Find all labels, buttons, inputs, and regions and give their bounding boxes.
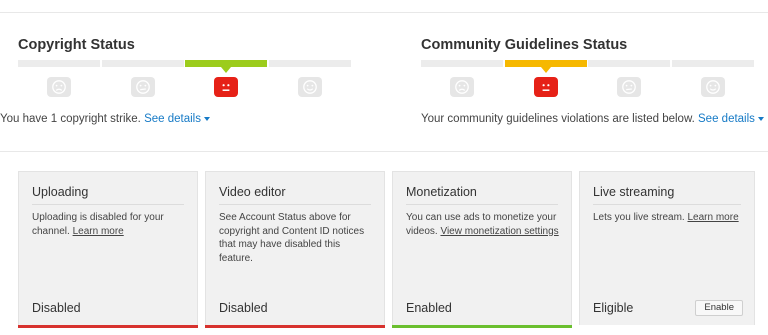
section-divider bbox=[0, 151, 768, 152]
card-title: Uploading bbox=[32, 185, 89, 199]
card-description: You can use ads to monetize your videos.… bbox=[406, 211, 559, 238]
see-details-label: See details bbox=[698, 113, 755, 125]
copyright-meter-segment-1 bbox=[18, 60, 100, 108]
copyright-meter-segment-4 bbox=[269, 60, 351, 108]
community-meter-segment-3 bbox=[588, 60, 670, 108]
meter-bar bbox=[588, 60, 670, 67]
see-details-label: See details bbox=[144, 113, 201, 125]
community-status-note: Your community guidelines violations are… bbox=[421, 113, 764, 125]
community-meter-segment-2 bbox=[505, 60, 587, 108]
card-description-text: See Account Status above for copyright a… bbox=[219, 212, 365, 264]
card-description: See Account Status above for copyright a… bbox=[219, 211, 372, 265]
meh-face-icon bbox=[617, 77, 641, 97]
card-description: Uploading is disabled for your channel. … bbox=[32, 211, 185, 238]
enable-button[interactable]: Enable bbox=[695, 300, 743, 316]
card-live-streaming: Live streaming Lets you live stream. Lea… bbox=[579, 171, 755, 325]
meter-bar bbox=[269, 60, 351, 67]
caret-down-icon bbox=[203, 116, 210, 121]
copyright-meter-segment-3 bbox=[185, 60, 267, 108]
card-status: Disabled bbox=[219, 301, 268, 315]
copyright-status-note: You have 1 copyright strike. See details bbox=[0, 113, 210, 125]
happy-face-icon bbox=[298, 77, 322, 97]
frown-face-icon bbox=[214, 77, 238, 97]
community-meter bbox=[421, 60, 754, 108]
community-status-title: Community Guidelines Status bbox=[421, 37, 628, 53]
card-status: Disabled bbox=[32, 301, 81, 315]
learn-more-link[interactable]: Learn more bbox=[73, 226, 124, 237]
card-divider bbox=[32, 204, 184, 205]
copyright-meter bbox=[18, 60, 351, 108]
top-divider bbox=[0, 12, 768, 13]
meter-bar-highlight bbox=[505, 60, 587, 67]
card-title: Video editor bbox=[219, 185, 286, 199]
sad-face-icon bbox=[47, 77, 71, 97]
copyright-meter-segment-2 bbox=[102, 60, 184, 108]
sad-face-icon bbox=[450, 77, 474, 97]
feature-cards: Uploading Uploading is disabled for your… bbox=[18, 171, 755, 335]
copyright-see-details-link[interactable]: See details bbox=[144, 113, 210, 125]
card-divider bbox=[406, 204, 558, 205]
card-divider bbox=[219, 204, 371, 205]
caret-down-icon bbox=[757, 116, 764, 121]
meter-bar bbox=[421, 60, 503, 67]
community-meter-segment-1 bbox=[421, 60, 503, 108]
meh-face-icon bbox=[131, 77, 155, 97]
card-description: Lets you live stream. Learn more bbox=[593, 211, 742, 225]
card-description-text: Lets you live stream. bbox=[593, 212, 685, 223]
copyright-note-text: You have 1 copyright strike. bbox=[0, 113, 141, 125]
copyright-status-section: Copyright Status You have 1 copyright st… bbox=[0, 36, 355, 125]
status-strip bbox=[392, 325, 572, 328]
card-video-editor: Video editor See Account Status above fo… bbox=[205, 171, 385, 328]
community-meter-segment-4 bbox=[672, 60, 754, 108]
meter-bar bbox=[18, 60, 100, 67]
community-note-text: Your community guidelines violations are… bbox=[421, 113, 695, 125]
copyright-status-title: Copyright Status bbox=[18, 37, 135, 53]
status-strip bbox=[18, 325, 198, 328]
meter-pointer bbox=[221, 67, 231, 73]
learn-more-link[interactable]: Learn more bbox=[688, 212, 739, 223]
card-divider bbox=[593, 204, 741, 205]
meter-bar-highlight bbox=[185, 60, 267, 67]
meter-bar bbox=[672, 60, 754, 67]
community-see-details-link[interactable]: See details bbox=[698, 113, 764, 125]
meter-pointer bbox=[541, 67, 551, 73]
frown-face-icon bbox=[534, 77, 558, 97]
card-title: Monetization bbox=[406, 185, 477, 199]
card-title: Live streaming bbox=[593, 185, 675, 199]
community-status-section: Community Guidelines Status Your communi… bbox=[421, 36, 764, 125]
meter-bar bbox=[102, 60, 184, 67]
card-status: Eligible bbox=[593, 301, 634, 315]
view-monetization-settings-link[interactable]: View monetization settings bbox=[440, 226, 558, 237]
card-status: Enabled bbox=[406, 301, 452, 315]
card-monetization: Monetization You can use ads to monetize… bbox=[392, 171, 572, 328]
card-uploading: Uploading Uploading is disabled for your… bbox=[18, 171, 198, 328]
status-strip bbox=[205, 325, 385, 328]
happy-face-icon bbox=[701, 77, 725, 97]
